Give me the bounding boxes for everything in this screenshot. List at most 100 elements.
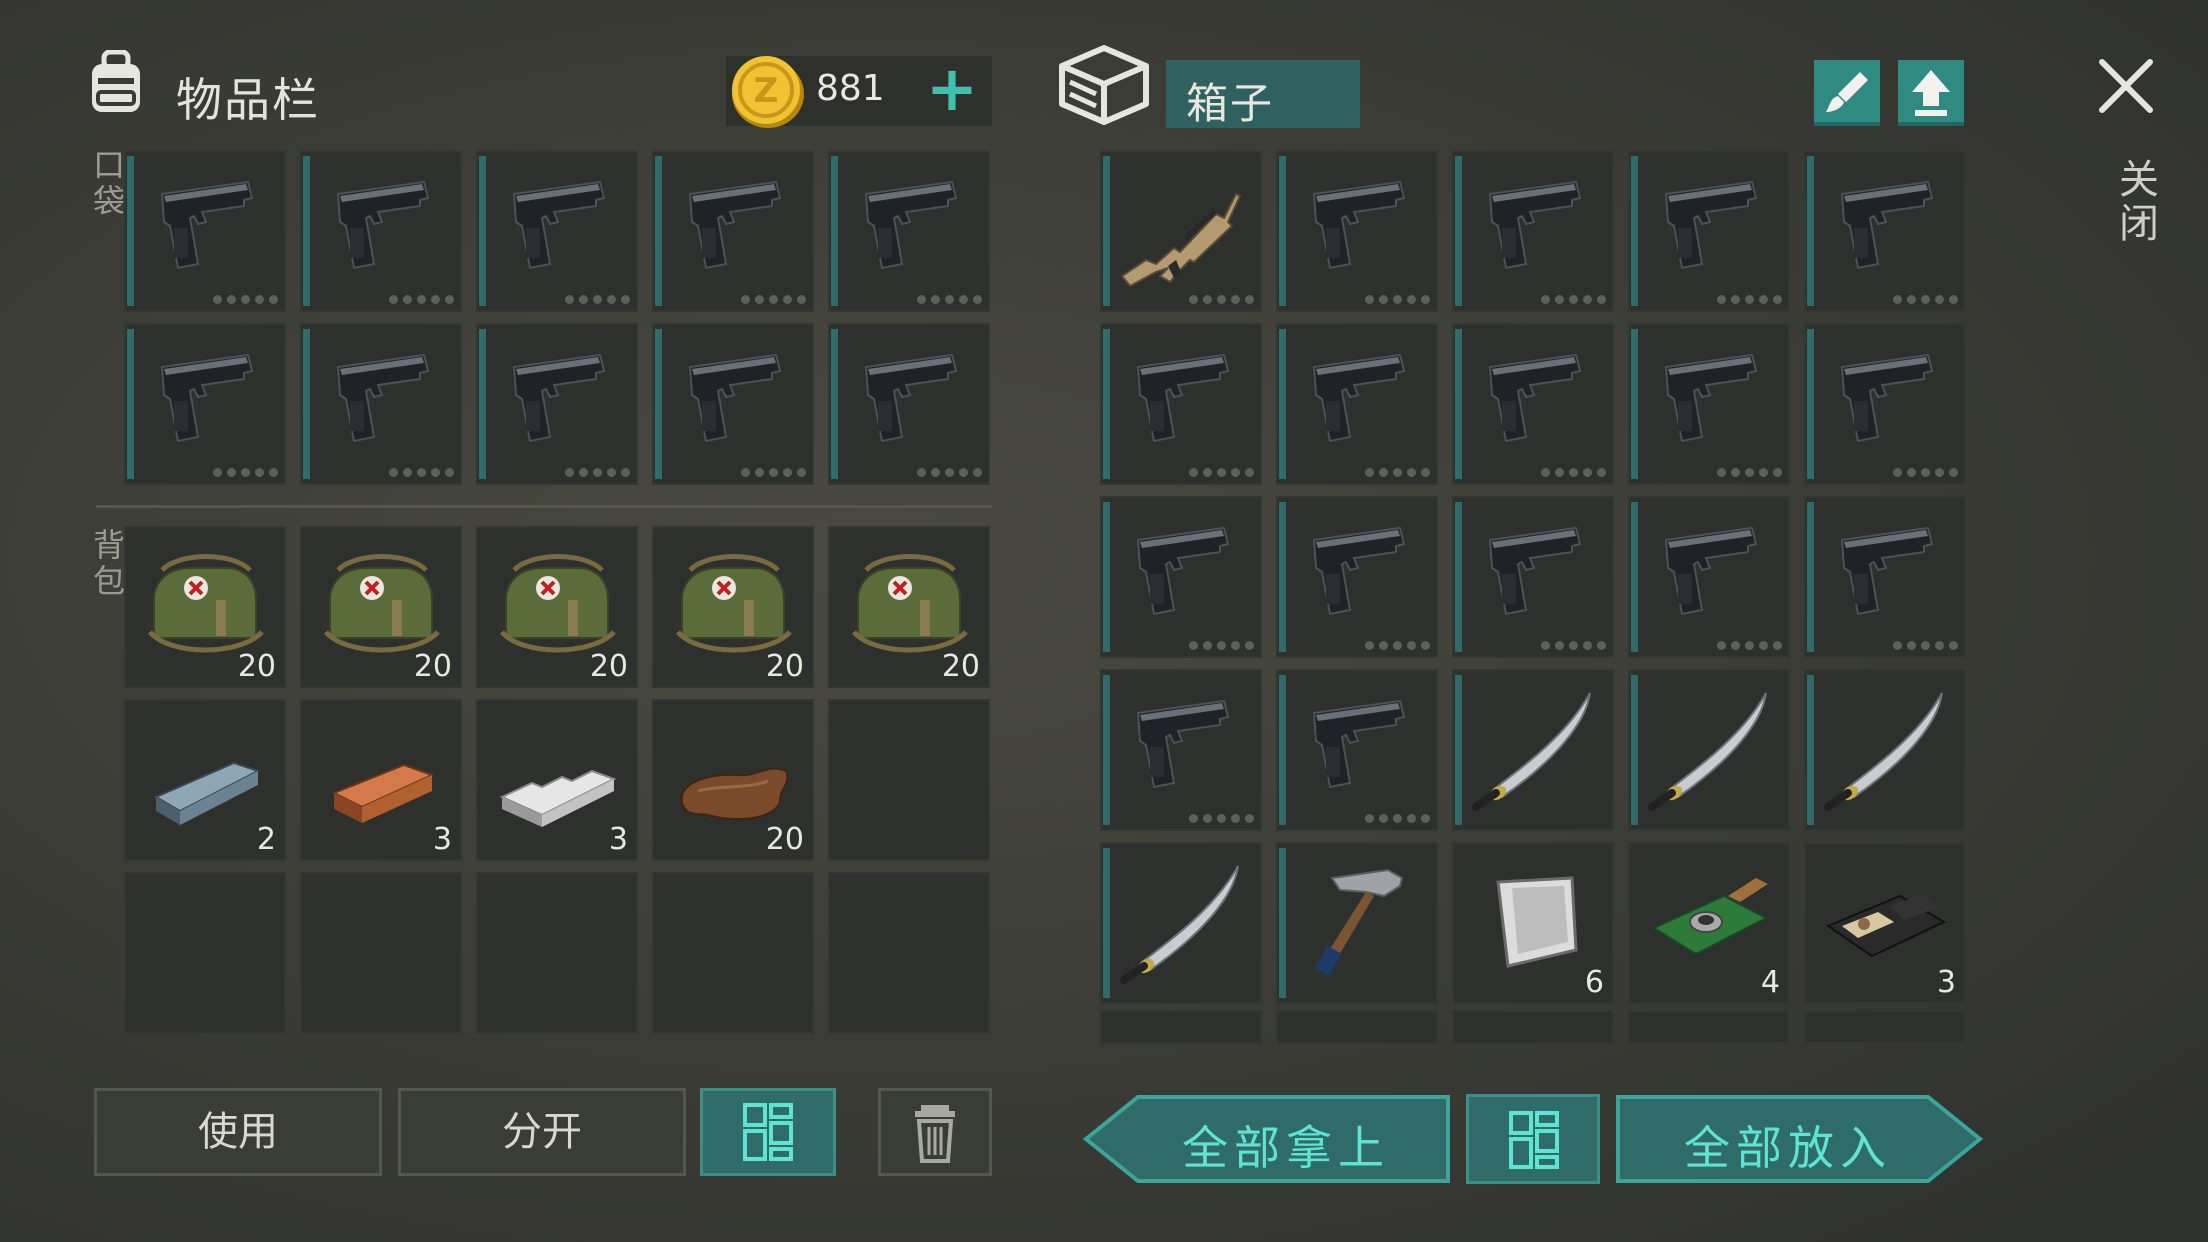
inventory-slot[interactable]: 4 bbox=[1628, 842, 1790, 1004]
inventory-slot[interactable]: 20 bbox=[652, 526, 814, 688]
inventory-slot[interactable] bbox=[652, 150, 814, 312]
pistol-icon bbox=[688, 353, 782, 443]
attachment-dots bbox=[213, 468, 278, 477]
attachment-dots bbox=[1541, 641, 1606, 650]
inventory-slot[interactable] bbox=[1452, 323, 1614, 485]
durability-bar bbox=[655, 156, 662, 306]
hammer-icon bbox=[1314, 868, 1404, 977]
inventory-slot[interactable] bbox=[1276, 150, 1438, 312]
empty-slot[interactable] bbox=[828, 699, 990, 861]
close-icon[interactable] bbox=[2096, 56, 2156, 116]
inventory-slot[interactable]: 20 bbox=[300, 526, 462, 688]
inventory-slot[interactable] bbox=[828, 323, 990, 485]
inventory-slot[interactable] bbox=[1100, 842, 1262, 1004]
inventory-slot[interactable] bbox=[1100, 669, 1262, 831]
durability-bar bbox=[1455, 156, 1462, 306]
inventory-slot[interactable]: 2 bbox=[124, 699, 286, 861]
inventory-slot[interactable] bbox=[1100, 496, 1262, 658]
inventory-slot[interactable] bbox=[1276, 669, 1438, 831]
durability-bar bbox=[1279, 848, 1286, 998]
pistol-icon bbox=[688, 180, 782, 270]
durability-bar bbox=[479, 156, 486, 306]
split-button[interactable]: 分开 bbox=[398, 1088, 686, 1176]
inventory-slot[interactable]: 20 bbox=[652, 699, 814, 861]
pistol-icon bbox=[1312, 353, 1406, 443]
empty-slot[interactable] bbox=[476, 872, 638, 1034]
durability-bar bbox=[303, 156, 310, 306]
inventory-slot[interactable] bbox=[1804, 669, 1966, 831]
inventory-slot[interactable] bbox=[828, 150, 990, 312]
durability-bar bbox=[1455, 502, 1462, 652]
inventory-slot[interactable] bbox=[1276, 496, 1438, 658]
brush-button[interactable] bbox=[1814, 60, 1880, 126]
durability-bar bbox=[1631, 675, 1638, 825]
rifle-icon bbox=[1120, 192, 1242, 288]
attachment-dots bbox=[1365, 641, 1430, 650]
inventory-slot[interactable] bbox=[1452, 669, 1614, 831]
inventory-slot[interactable] bbox=[1276, 323, 1438, 485]
inventory-slot[interactable] bbox=[476, 323, 638, 485]
inventory-slot[interactable] bbox=[476, 150, 638, 312]
empty-slot[interactable] bbox=[828, 872, 990, 1034]
inventory-slot[interactable]: 3 bbox=[476, 699, 638, 861]
use-button[interactable]: 使用 bbox=[94, 1088, 382, 1176]
inventory-slot[interactable] bbox=[124, 323, 286, 485]
inventory-slot[interactable] bbox=[1628, 496, 1790, 658]
add-coins-button[interactable]: + bbox=[922, 58, 982, 124]
inventory-slot[interactable] bbox=[1276, 1010, 1438, 1044]
durability-bar bbox=[1631, 502, 1638, 652]
durability-bar bbox=[831, 329, 838, 479]
pistol-icon bbox=[1136, 353, 1230, 443]
empty-slot[interactable] bbox=[652, 872, 814, 1034]
durability-bar bbox=[1807, 675, 1814, 825]
inventory-slot[interactable] bbox=[1804, 150, 1966, 312]
id-wallet-icon bbox=[1825, 894, 1947, 958]
inventory-slot[interactable] bbox=[1628, 323, 1790, 485]
sort-box-button[interactable] bbox=[1466, 1094, 1600, 1184]
put-all-button[interactable]: 全部放入 bbox=[1612, 1094, 1984, 1184]
inventory-slot[interactable] bbox=[1452, 150, 1614, 312]
pistol-icon bbox=[512, 353, 606, 443]
pistol-icon bbox=[1136, 526, 1230, 616]
grid-sort-icon bbox=[743, 1103, 793, 1161]
inventory-slot[interactable]: 20 bbox=[124, 526, 286, 688]
close-label[interactable]: 关闭 bbox=[2106, 158, 2164, 246]
metal-sheet-icon bbox=[1496, 876, 1578, 968]
inventory-slot[interactable]: 6 bbox=[1452, 842, 1614, 1004]
pistol-icon bbox=[1488, 353, 1582, 443]
durability-bar bbox=[303, 329, 310, 479]
inventory-slot[interactable] bbox=[1628, 150, 1790, 312]
inventory-slot[interactable]: 20 bbox=[828, 526, 990, 688]
inventory-slot[interactable] bbox=[1452, 1010, 1614, 1044]
upload-button[interactable] bbox=[1898, 60, 1964, 126]
inventory-slot[interactable]: 3 bbox=[300, 699, 462, 861]
empty-slot[interactable] bbox=[124, 872, 286, 1034]
delete-button[interactable] bbox=[878, 1088, 992, 1176]
inventory-slot[interactable] bbox=[1100, 150, 1262, 312]
pistol-icon bbox=[336, 353, 430, 443]
empty-slot[interactable] bbox=[300, 872, 462, 1034]
inventory-slot[interactable] bbox=[1276, 842, 1438, 1004]
inventory-slot[interactable]: 3 bbox=[1804, 842, 1966, 1004]
durability-bar bbox=[127, 156, 134, 306]
box-title: 箱子 bbox=[1186, 79, 1275, 128]
durability-bar bbox=[127, 329, 134, 479]
inventory-slot[interactable] bbox=[300, 150, 462, 312]
inventory-slot[interactable] bbox=[1100, 1010, 1262, 1044]
attachment-dots bbox=[1365, 814, 1430, 823]
inventory-slot[interactable] bbox=[124, 150, 286, 312]
inventory-slot[interactable] bbox=[652, 323, 814, 485]
inventory-slot[interactable]: 20 bbox=[476, 526, 638, 688]
inventory-slot[interactable] bbox=[1628, 1010, 1790, 1044]
inventory-slot[interactable] bbox=[1804, 323, 1966, 485]
sort-inventory-button[interactable] bbox=[700, 1088, 836, 1176]
inventory-slot[interactable] bbox=[1804, 496, 1966, 658]
inventory-slot[interactable] bbox=[1452, 496, 1614, 658]
attachment-dots bbox=[1365, 468, 1430, 477]
inventory-slot[interactable] bbox=[300, 323, 462, 485]
inventory-slot[interactable] bbox=[1628, 669, 1790, 831]
pistol-icon bbox=[1664, 353, 1758, 443]
inventory-slot[interactable] bbox=[1100, 323, 1262, 485]
take-all-button[interactable]: 全部拿上 bbox=[1082, 1094, 1454, 1184]
inventory-slot[interactable] bbox=[1804, 1010, 1966, 1044]
